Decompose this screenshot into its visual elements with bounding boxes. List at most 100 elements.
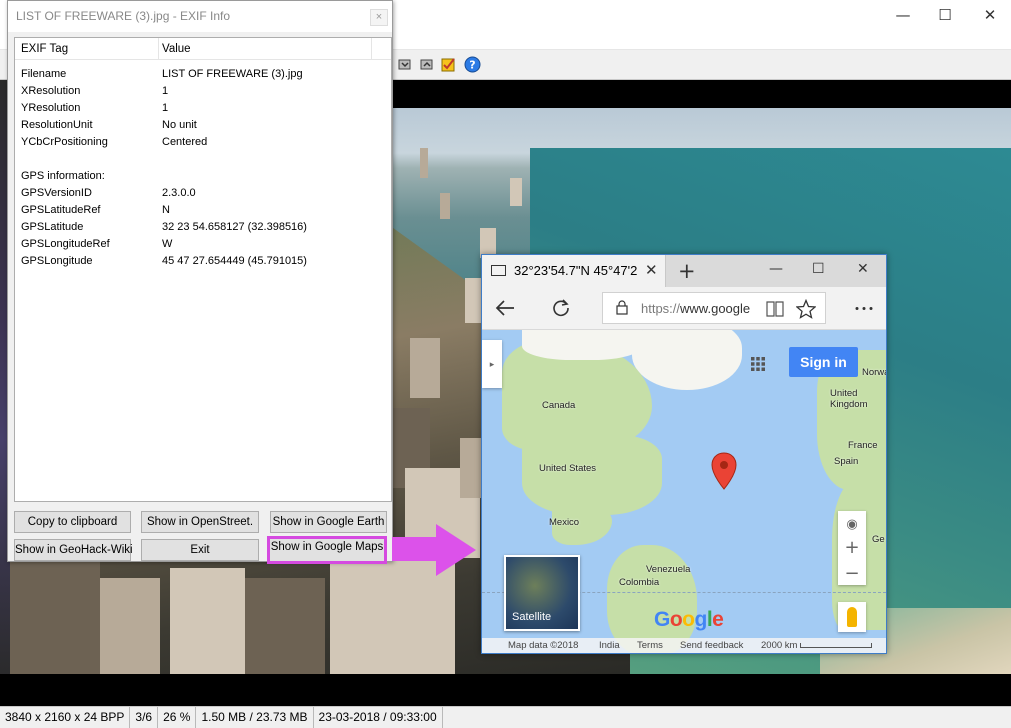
back-arrow-icon[interactable] xyxy=(494,299,516,317)
exif-tag-cell: YResolution xyxy=(21,102,81,114)
exif-value-cell: No unit xyxy=(162,119,197,131)
map-label-ge: Ge xyxy=(872,534,885,545)
show-in-geohack-button[interactable]: Show in GeoHack-Wiki xyxy=(14,539,133,561)
map-label-colombia: Colombia xyxy=(619,577,660,588)
map-pin-icon[interactable] xyxy=(710,451,738,491)
nav-bar: https://www.google xyxy=(482,287,886,330)
exif-row[interactable]: GPSLongitudeRef W xyxy=(15,236,391,253)
exif-row[interactable]: GPSLatitudeRef N xyxy=(15,202,391,219)
street-view-pegman[interactable] xyxy=(838,602,866,632)
refresh-icon[interactable] xyxy=(551,298,571,318)
exif-value-cell: 2.3.0.0 xyxy=(162,187,196,199)
column-header-tag[interactable]: EXIF Tag xyxy=(21,43,68,55)
zoom-out-button[interactable]: − xyxy=(838,563,866,584)
pegman-icon xyxy=(847,607,857,627)
greenland xyxy=(632,330,742,390)
exif-row[interactable]: YResolution 1 xyxy=(15,100,391,117)
status-image-index: 3/6 xyxy=(130,706,159,728)
copy-to-clipboard-button[interactable]: Copy to clipboard xyxy=(14,511,131,533)
browser-maximize-button[interactable]: ☐ xyxy=(812,261,825,277)
exif-tag-cell: GPSLatitude xyxy=(21,221,84,233)
address-bar[interactable]: https://www.google xyxy=(602,292,826,324)
favorite-star-icon[interactable] xyxy=(796,299,816,319)
status-bar: 3840 x 2160 x 24 BPP 3/6 26 % 1.50 MB / … xyxy=(0,706,1011,728)
browser-window: 32°23'54.7"N 45°47'2 ✕ + — ☐ ✕ https://w… xyxy=(481,254,887,654)
exif-row[interactable]: GPSLongitude 45 47 27.654449 (45.791015) xyxy=(15,253,391,270)
rotate-left-icon[interactable] xyxy=(396,56,413,73)
map-data-credit: Map data ©2018 xyxy=(508,640,579,651)
rotate-right-icon[interactable] xyxy=(418,56,435,73)
exif-row[interactable]: GPSVersionID 2.3.0.0 xyxy=(15,185,391,202)
map-terms-link[interactable]: Terms xyxy=(637,640,663,651)
column-header-value[interactable]: Value xyxy=(162,43,191,55)
exif-value-cell: 1 xyxy=(162,102,169,114)
tab-title: 32°23'54.7"N 45°47'2 xyxy=(514,263,638,278)
exif-row[interactable]: GPS information: xyxy=(15,168,391,185)
browser-tab[interactable]: 32°23'54.7"N 45°47'2 ✕ xyxy=(482,255,666,287)
exif-row[interactable]: GPSLatitude 32 23 54.658127 (32.398516) xyxy=(15,219,391,236)
zoom-in-button[interactable]: + xyxy=(838,537,866,558)
map-side-panel-toggle[interactable]: ▸ xyxy=(482,340,502,388)
reading-view-icon[interactable] xyxy=(765,300,785,318)
zoom-controls: ◉ + − xyxy=(838,511,866,585)
new-tab-button[interactable]: + xyxy=(678,259,696,283)
tab-page-icon xyxy=(491,265,506,276)
more-options-icon[interactable] xyxy=(854,306,874,311)
map-label-venezuela: Venezuela xyxy=(646,564,691,575)
browser-minimize-button[interactable]: — xyxy=(769,261,783,277)
map-footer: Map data ©2018 India Terms Send feedback… xyxy=(482,638,886,653)
dialog-title: LIST OF FREEWARE (3).jpg - EXIF Info xyxy=(8,1,392,32)
map-label-mexico: Mexico xyxy=(549,517,580,528)
browser-close-button[interactable]: ✕ xyxy=(857,261,869,277)
google-map[interactable]: ▸ Sign in Canada United States Mexico Ve… xyxy=(482,330,886,653)
exif-value-cell: Centered xyxy=(162,136,208,148)
close-button[interactable]: ✕ xyxy=(975,4,1005,26)
checkmark-icon[interactable] xyxy=(440,56,457,73)
exif-info-dialog: LIST OF FREEWARE (3).jpg - EXIF Info × E… xyxy=(7,0,393,564)
minimize-button[interactable]: — xyxy=(888,4,918,26)
arrow-annotation-head xyxy=(436,524,476,576)
map-label-united-kingdom: United Kingdom xyxy=(830,388,868,410)
tab-close-icon[interactable]: ✕ xyxy=(645,261,658,279)
status-zoom: 26 % xyxy=(158,706,197,728)
exif-value-cell: 45 47 27.654449 (45.791015) xyxy=(162,255,307,267)
map-label-france: France xyxy=(848,440,878,451)
my-location-icon[interactable]: ◉ xyxy=(838,517,866,532)
google-logo-letter: o xyxy=(682,608,695,631)
maximize-button[interactable]: ☐ xyxy=(930,4,960,26)
satellite-view-toggle[interactable]: Satellite xyxy=(504,555,580,631)
sign-in-button[interactable]: Sign in xyxy=(789,347,858,377)
status-image-size: 3840 x 2160 x 24 BPP xyxy=(0,706,131,728)
exif-value-cell: LIST OF FREEWARE (3).jpg xyxy=(162,68,303,80)
help-icon[interactable]: ? xyxy=(464,56,481,73)
exif-tag-cell: GPSVersionID xyxy=(21,187,92,199)
show-in-openstreet-button[interactable]: Show in OpenStreet. xyxy=(141,511,259,533)
google-logo: Google xyxy=(654,608,724,632)
url-text: https://www.google xyxy=(641,301,750,316)
status-date: 23-03-2018 / 09:33:00 xyxy=(314,706,443,728)
exit-button[interactable]: Exit xyxy=(141,539,259,561)
map-region-india[interactable]: India xyxy=(599,640,620,651)
exif-row[interactable]: YCbCrPositioning Centered xyxy=(15,134,391,151)
exif-tag-cell: Filename xyxy=(21,68,67,80)
exif-value-cell: W xyxy=(162,238,173,250)
show-in-google-earth-button[interactable]: Show in Google Earth xyxy=(270,511,387,533)
exif-row[interactable]: XResolution 1 xyxy=(15,83,391,100)
exif-row[interactable]: Filename LIST OF FREEWARE (3).jpg xyxy=(15,66,391,83)
show-in-google-maps-button[interactable]: Show in Google Maps xyxy=(267,536,387,564)
send-feedback-link[interactable]: Send feedback xyxy=(680,640,743,651)
map-land-united-states xyxy=(522,435,662,515)
exif-list[interactable]: EXIF Tag Value Filename LIST OF FREEWARE … xyxy=(14,37,392,502)
exif-tag-cell: GPSLongitudeRef xyxy=(21,238,110,250)
tab-bar: 32°23'54.7"N 45°47'2 ✕ + — ☐ ✕ xyxy=(482,255,886,287)
map-label-spain: Spain xyxy=(834,456,859,467)
dialog-close-button[interactable]: × xyxy=(370,9,388,26)
photo-bottom-border xyxy=(0,674,1011,706)
apps-grid-icon[interactable] xyxy=(750,356,766,372)
map-land-south-america xyxy=(607,545,697,653)
map-label-canada: Canada xyxy=(542,400,576,411)
arrow-annotation xyxy=(392,537,438,561)
exif-row[interactable]: ResolutionUnit No unit xyxy=(15,117,391,134)
exif-tag-cell: ResolutionUnit xyxy=(21,119,93,131)
url-host: www.google xyxy=(680,301,751,316)
